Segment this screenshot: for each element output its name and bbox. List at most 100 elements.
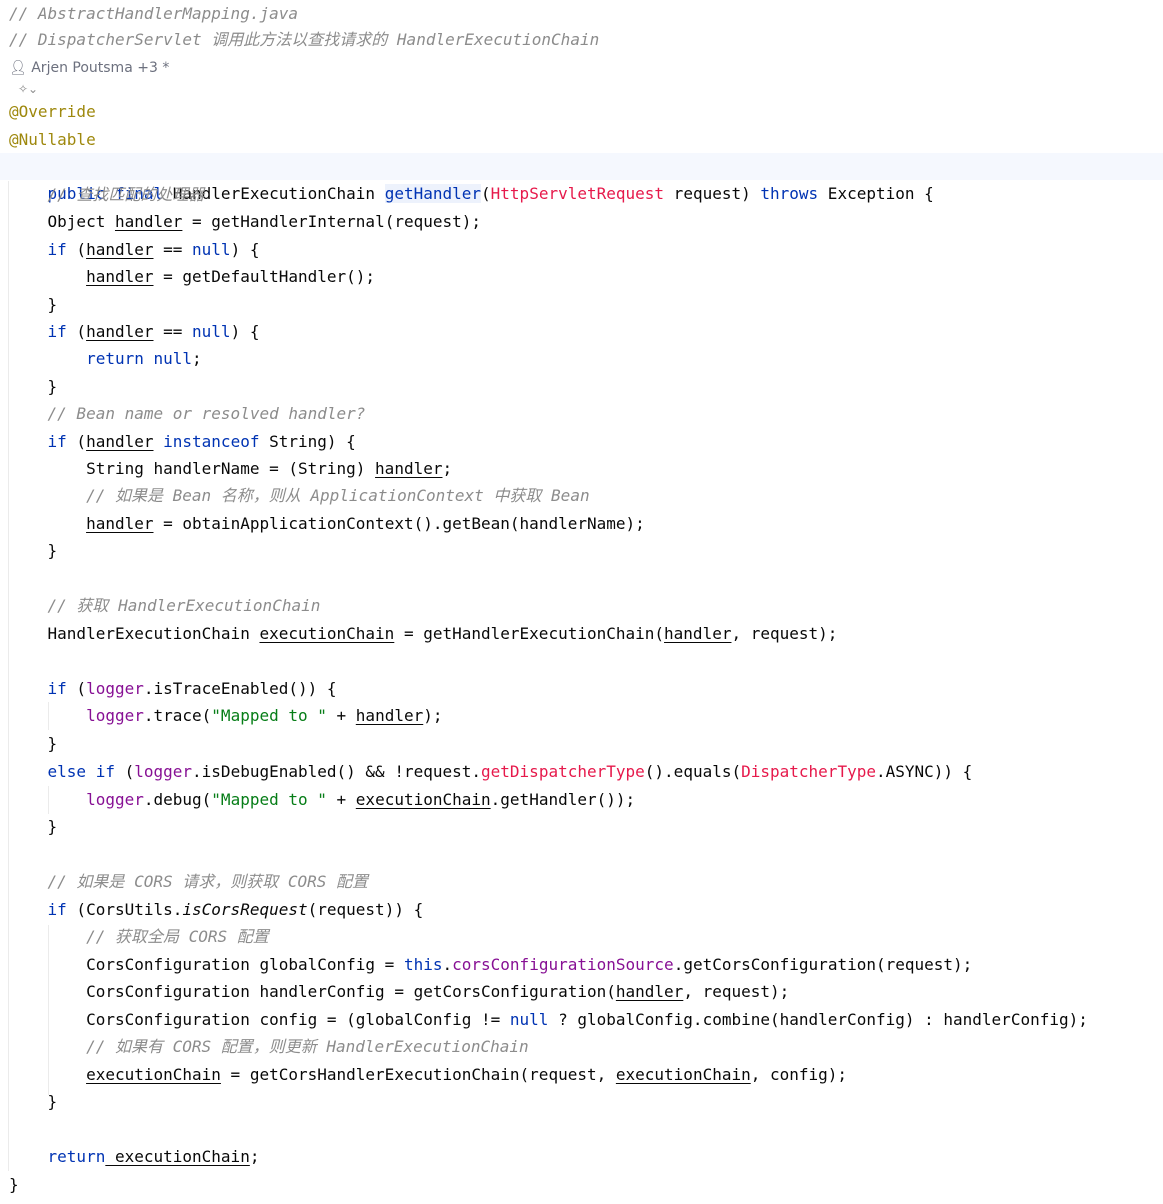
code-line-16: handler = obtainApplicationContext().get… [9, 510, 645, 537]
code-line-22: } [9, 734, 58, 753]
code-line-12: // Bean name or resolved handler? [9, 404, 366, 423]
description-comment: // DispatcherServlet 调用此方法以查找请求的 Handler… [9, 30, 600, 49]
code-line-32: // 如果有 CORS 配置，则更新 HandlerExecutionChain [9, 1037, 529, 1056]
token: String) { [259, 432, 356, 451]
token: = getHandlerExecutionChain( [394, 624, 665, 643]
user-icon: 👤︎ [9, 60, 27, 76]
code-line-10: return null; [9, 345, 202, 372]
token: return [9, 1147, 106, 1166]
token: CorsConfiguration handlerConfig = getCor… [9, 982, 616, 1001]
token: , config); [750, 1065, 848, 1084]
code-line-4: // 查找匹配的处理器 [9, 185, 205, 204]
token: executionChain [86, 1065, 221, 1084]
token: ; [192, 349, 202, 368]
token: else if [9, 762, 115, 781]
code-line-28: // 获取全局 CORS 配置 [9, 927, 269, 946]
token: "Mapped to " [211, 706, 327, 725]
token: request) [664, 184, 761, 203]
code-line-31: CorsConfiguration config = (globalConfig… [9, 1006, 1088, 1033]
token: ) { [230, 322, 260, 341]
method-name[interactable]: getHandler [384, 184, 482, 203]
token: CorsConfiguration config = (globalConfig… [9, 1010, 510, 1029]
token: , request); [731, 624, 838, 643]
token: corsConfigurationSource [452, 955, 674, 974]
code-line-25: } [9, 817, 58, 836]
code-line-18: // 获取 HandlerExecutionChain [9, 596, 321, 615]
token: ().equals( [644, 762, 742, 781]
token: Object [9, 212, 115, 231]
token: if [9, 322, 67, 341]
token: this [403, 955, 443, 974]
token: == [153, 240, 193, 259]
code-line-19: HandlerExecutionChain executionChain = g… [9, 620, 838, 647]
token: CorsConfiguration globalConfig = [9, 955, 404, 974]
code-line-34: } [9, 1092, 58, 1111]
author-text: Arjen Poutsma +3 * [31, 60, 170, 76]
code-line-2: @Nullable [9, 130, 96, 149]
token: ? globalConfig.combine(handlerConfig) : … [548, 1010, 1088, 1029]
token: Exception { [818, 184, 934, 203]
token: executionChain [355, 790, 491, 809]
token: handler [86, 322, 154, 341]
token: if [9, 679, 67, 698]
token: executionChain [105, 1147, 250, 1166]
code-line-23: else if (logger.isDebugEnabled() && !req… [9, 758, 973, 785]
token: logger [86, 706, 144, 725]
token: HandlerExecutionChain [9, 624, 260, 643]
token: .debug( [143, 790, 212, 809]
code-line-21: logger.trace("Mapped to " + handler); [9, 702, 443, 729]
token: handler [86, 240, 154, 259]
code-line-5: Object handler = getHandlerInternal(requ… [9, 208, 482, 235]
token: null [509, 1010, 549, 1029]
token: logger [86, 790, 144, 809]
token: + [326, 790, 356, 809]
token: ( [66, 679, 87, 698]
code-line-35: return executionChain; [9, 1143, 260, 1170]
code-line-8: } [9, 295, 58, 314]
token: handler [86, 514, 154, 533]
token: (request)) { [307, 900, 424, 919]
token: .isTraceEnabled()) { [143, 679, 337, 698]
token: ; [249, 1147, 260, 1166]
token: throws [760, 184, 819, 203]
code-line-6: if (handler == null) { [9, 236, 260, 263]
code-line-29: CorsConfiguration globalConfig = this.co… [9, 951, 972, 978]
token: ); [423, 706, 443, 725]
token: handler [86, 267, 154, 286]
token: handler [615, 982, 684, 1001]
token: logger [134, 762, 193, 781]
token: null [192, 240, 231, 259]
token: ; [442, 459, 453, 478]
token: . [442, 955, 453, 974]
token: executionChain [259, 624, 395, 643]
token: null [143, 349, 193, 368]
code-line-33: executionChain = getCorsHandlerExecution… [9, 1061, 847, 1088]
token: ( [481, 184, 491, 203]
token: = getHandlerInternal(request); [182, 212, 482, 231]
code-line-13: if (handler instanceof String) { [9, 428, 356, 455]
token: return [9, 349, 144, 368]
token: ( [66, 432, 87, 451]
token: .ASYNC)) { [875, 762, 973, 781]
file-comment: // AbstractHandlerMapping.java [9, 4, 298, 23]
token: if [9, 432, 67, 451]
token: ( [66, 240, 87, 259]
author-inlay[interactable]: 👤︎ Arjen Poutsma +3 * [9, 58, 169, 78]
token: ( [114, 762, 135, 781]
ai-inlay-icon[interactable]: ✧⌄ [18, 80, 38, 98]
token: DispatcherType [741, 762, 876, 781]
token: .getCorsConfiguration(request); [673, 955, 973, 974]
code-line-17: } [9, 541, 58, 560]
token: HttpServletRequest [490, 184, 665, 203]
token: == [153, 322, 193, 341]
token: if [9, 240, 67, 259]
code-editor[interactable]: // AbstractHandlerMapping.java // Dispat… [0, 0, 1163, 1204]
code-line-24: logger.debug("Mapped to " + executionCha… [9, 786, 635, 813]
token: if [9, 900, 67, 919]
token: , request); [683, 982, 790, 1001]
token: "Mapped to " [211, 790, 327, 809]
